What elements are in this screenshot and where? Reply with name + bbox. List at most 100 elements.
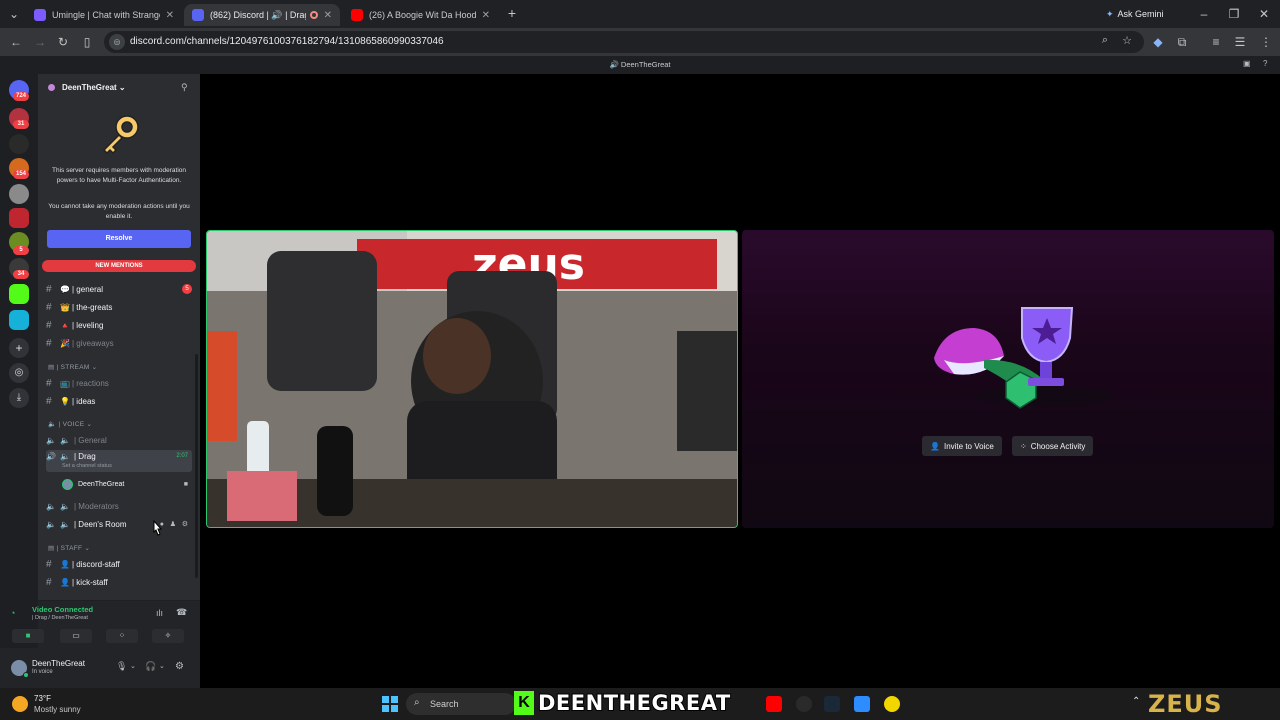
steam-app-icon[interactable] (824, 696, 840, 712)
minimize-icon[interactable]: – (1196, 6, 1212, 22)
sidebar-scrollbar[interactable] (195, 354, 198, 578)
reload-icon[interactable]: ↻ (55, 34, 71, 50)
zoom-icon[interactable]: ⌕ (1102, 34, 1108, 47)
start-windows-icon[interactable] (382, 696, 398, 712)
voice-channel-moderators[interactable]: 🔈 🔈 | Moderators (46, 498, 192, 514)
server-icon[interactable] (9, 208, 29, 228)
invite-to-voice-button[interactable]: 👤 Invite to Voice (922, 436, 1002, 456)
voice-status: Video Connected (32, 605, 94, 614)
channel-emoji: 🔺 (60, 320, 70, 330)
channel-reactions[interactable]: # 📺 | reactions (46, 375, 192, 391)
profile-icon[interactable]: ☰ (1232, 34, 1248, 50)
media-control-icon[interactable]: ≡ (1208, 34, 1224, 50)
sidepanel-icon[interactable]: ▯ (79, 34, 95, 50)
signal-icon[interactable]: ◔ (10, 608, 15, 618)
add-server-icon[interactable]: + (9, 338, 29, 358)
browser-menu-icon[interactable]: ⋮ (1258, 34, 1274, 50)
channel-general[interactable]: # 💬 | general 5 (46, 281, 192, 297)
channel-leveling[interactable]: # 🔺 | leveling (46, 317, 192, 333)
youtube-app-icon[interactable] (766, 696, 782, 712)
channel-ideas[interactable]: # 💡 | ideas (46, 393, 192, 409)
voice-channel-drag[interactable]: 🔊 🔈 | Drag 2:07 Set a channel status (46, 450, 192, 472)
app-icon[interactable] (854, 696, 870, 712)
tab-youtube[interactable]: (26) A Boogie Wit Da Hoodie - ✕ (343, 4, 498, 26)
category-staff[interactable]: ▤ | STAFF ⌄ (48, 544, 90, 552)
activities-button[interactable]: ⁘ (106, 629, 138, 643)
app-icon[interactable] (884, 696, 900, 712)
voice-timer: 2:07 (176, 453, 188, 459)
video-tile-camera[interactable]: zeus (206, 230, 738, 528)
tab-discord[interactable]: (862) Discord | 🔊 | Drag | D ✕ (184, 4, 340, 26)
invite-label: Invite to Voice (943, 441, 994, 451)
gear-icon[interactable]: ⚙ (182, 520, 188, 528)
noise-suppression-icon[interactable]: ılı (156, 608, 163, 618)
headphones-icon[interactable]: 🎧 (145, 661, 156, 672)
address-bar[interactable]: ⊜ discord.com/channels/12049761003761827… (104, 31, 1144, 53)
voice-location[interactable]: | Drag / DeenTheGreat (32, 615, 88, 621)
back-icon[interactable]: ← (8, 34, 24, 50)
close-tab-icon[interactable]: ✕ (482, 10, 490, 21)
text-channel-icon: # (46, 395, 52, 407)
kick-server-icon[interactable] (9, 284, 29, 304)
bookmark-star-icon[interactable]: ☆ (1122, 34, 1132, 47)
ask-gemini-button[interactable]: ✦ Ask Gemini (1106, 6, 1164, 22)
tab-title: (26) A Boogie Wit Da Hoodie - (369, 10, 476, 20)
tray-chevron-icon[interactable]: ⌃ (1132, 696, 1140, 707)
inbox-icon[interactable]: ▣ (1243, 59, 1251, 68)
channel-discord-staff[interactable]: # 👤 | discord-staff (46, 556, 192, 572)
chevron-down-icon[interactable]: ⌄ (130, 662, 136, 670)
voice-member[interactable]: DeenTheGreat ■ (62, 477, 192, 491)
server-icon[interactable] (9, 134, 29, 154)
disconnect-icon[interactable]: ☎ (176, 607, 187, 618)
server-icon[interactable] (9, 310, 29, 330)
download-icon[interactable]: ⤓ (9, 388, 29, 408)
url-text[interactable]: discord.com/channels/1204976100376182794… (130, 36, 444, 47)
camera-icon: ■ (183, 480, 188, 488)
category-voice[interactable]: 🔈 | VOICE ⌄ (48, 420, 92, 428)
channel-name: | kick-staff (72, 577, 108, 587)
weather-temp[interactable]: 73°F (34, 694, 51, 703)
forward-icon[interactable]: → (32, 34, 48, 50)
close-window-icon[interactable]: ✕ (1256, 6, 1272, 22)
channel-name: | general (72, 284, 103, 294)
discover-icon[interactable]: ◎ (9, 363, 29, 383)
channel-giveaways[interactable]: # 🎉 | giveaways (46, 335, 192, 351)
microphone-icon[interactable]: 🎙 (116, 661, 127, 672)
screen-share-button[interactable]: ▭ (60, 629, 92, 643)
voice-channel-deens-room[interactable]: 🔈 🔈 | Deen's Room ● ♟ ⚙ (46, 516, 192, 532)
category-stream[interactable]: ▤ | STREAM ⌄ (48, 363, 97, 371)
site-info-icon[interactable]: ⊜ (109, 34, 125, 50)
activity-icon: ⁘ (1020, 441, 1027, 451)
new-mentions-banner[interactable]: NEW MENTIONS (42, 260, 196, 272)
choose-activity-button[interactable]: ⁘ Choose Activity (1012, 436, 1094, 456)
soundboard-button[interactable]: ✧ (152, 629, 184, 643)
server-name-button[interactable]: DeenTheGreat ⌄ (62, 83, 126, 92)
channel-kick-staff[interactable]: # 👤 | kick-staff (46, 574, 192, 590)
invite-people-icon[interactable]: ⚲ (181, 82, 188, 93)
extensions-puzzle-icon[interactable]: ⧉ (1174, 34, 1190, 50)
resolve-button[interactable]: Resolve (47, 230, 191, 248)
channel-the-greats[interactable]: # 👑 | the-greats (46, 299, 192, 315)
obs-app-icon[interactable] (796, 696, 812, 712)
server-icon[interactable] (9, 184, 29, 204)
tab-umingle[interactable]: Umingle | Chat with Strangers | ✕ (26, 4, 182, 26)
maximize-icon[interactable]: ❐ (1226, 6, 1242, 22)
invite-icon[interactable]: ♟ (170, 520, 176, 528)
speaker-icon: 🔈 (60, 435, 70, 445)
chevron-down-icon[interactable]: ⌄ (159, 662, 165, 670)
username[interactable]: DeenTheGreat (32, 659, 85, 668)
new-tab-icon[interactable]: + (504, 5, 520, 21)
close-tab-icon[interactable]: ✕ (324, 10, 332, 21)
taskbar-search[interactable]: ⌕ Search (406, 693, 516, 715)
voice-channel-general[interactable]: 🔈 🔈 | General (46, 432, 192, 448)
close-tab-icon[interactable]: ✕ (166, 10, 174, 21)
weather-sun-icon[interactable] (12, 696, 28, 712)
speaker-icon: 🔈 (46, 519, 56, 529)
help-icon[interactable]: ? (1263, 59, 1267, 68)
tab-search-icon[interactable]: ⌄ (6, 6, 22, 22)
camera-toggle-button[interactable]: ■ (12, 629, 44, 643)
gear-icon[interactable]: ⚙ (175, 661, 184, 672)
extension-shield-icon[interactable]: ◆ (1150, 34, 1166, 50)
weather-condition[interactable]: Mostly sunny (34, 705, 81, 714)
channel-status-hint[interactable]: Set a channel status (62, 463, 112, 469)
